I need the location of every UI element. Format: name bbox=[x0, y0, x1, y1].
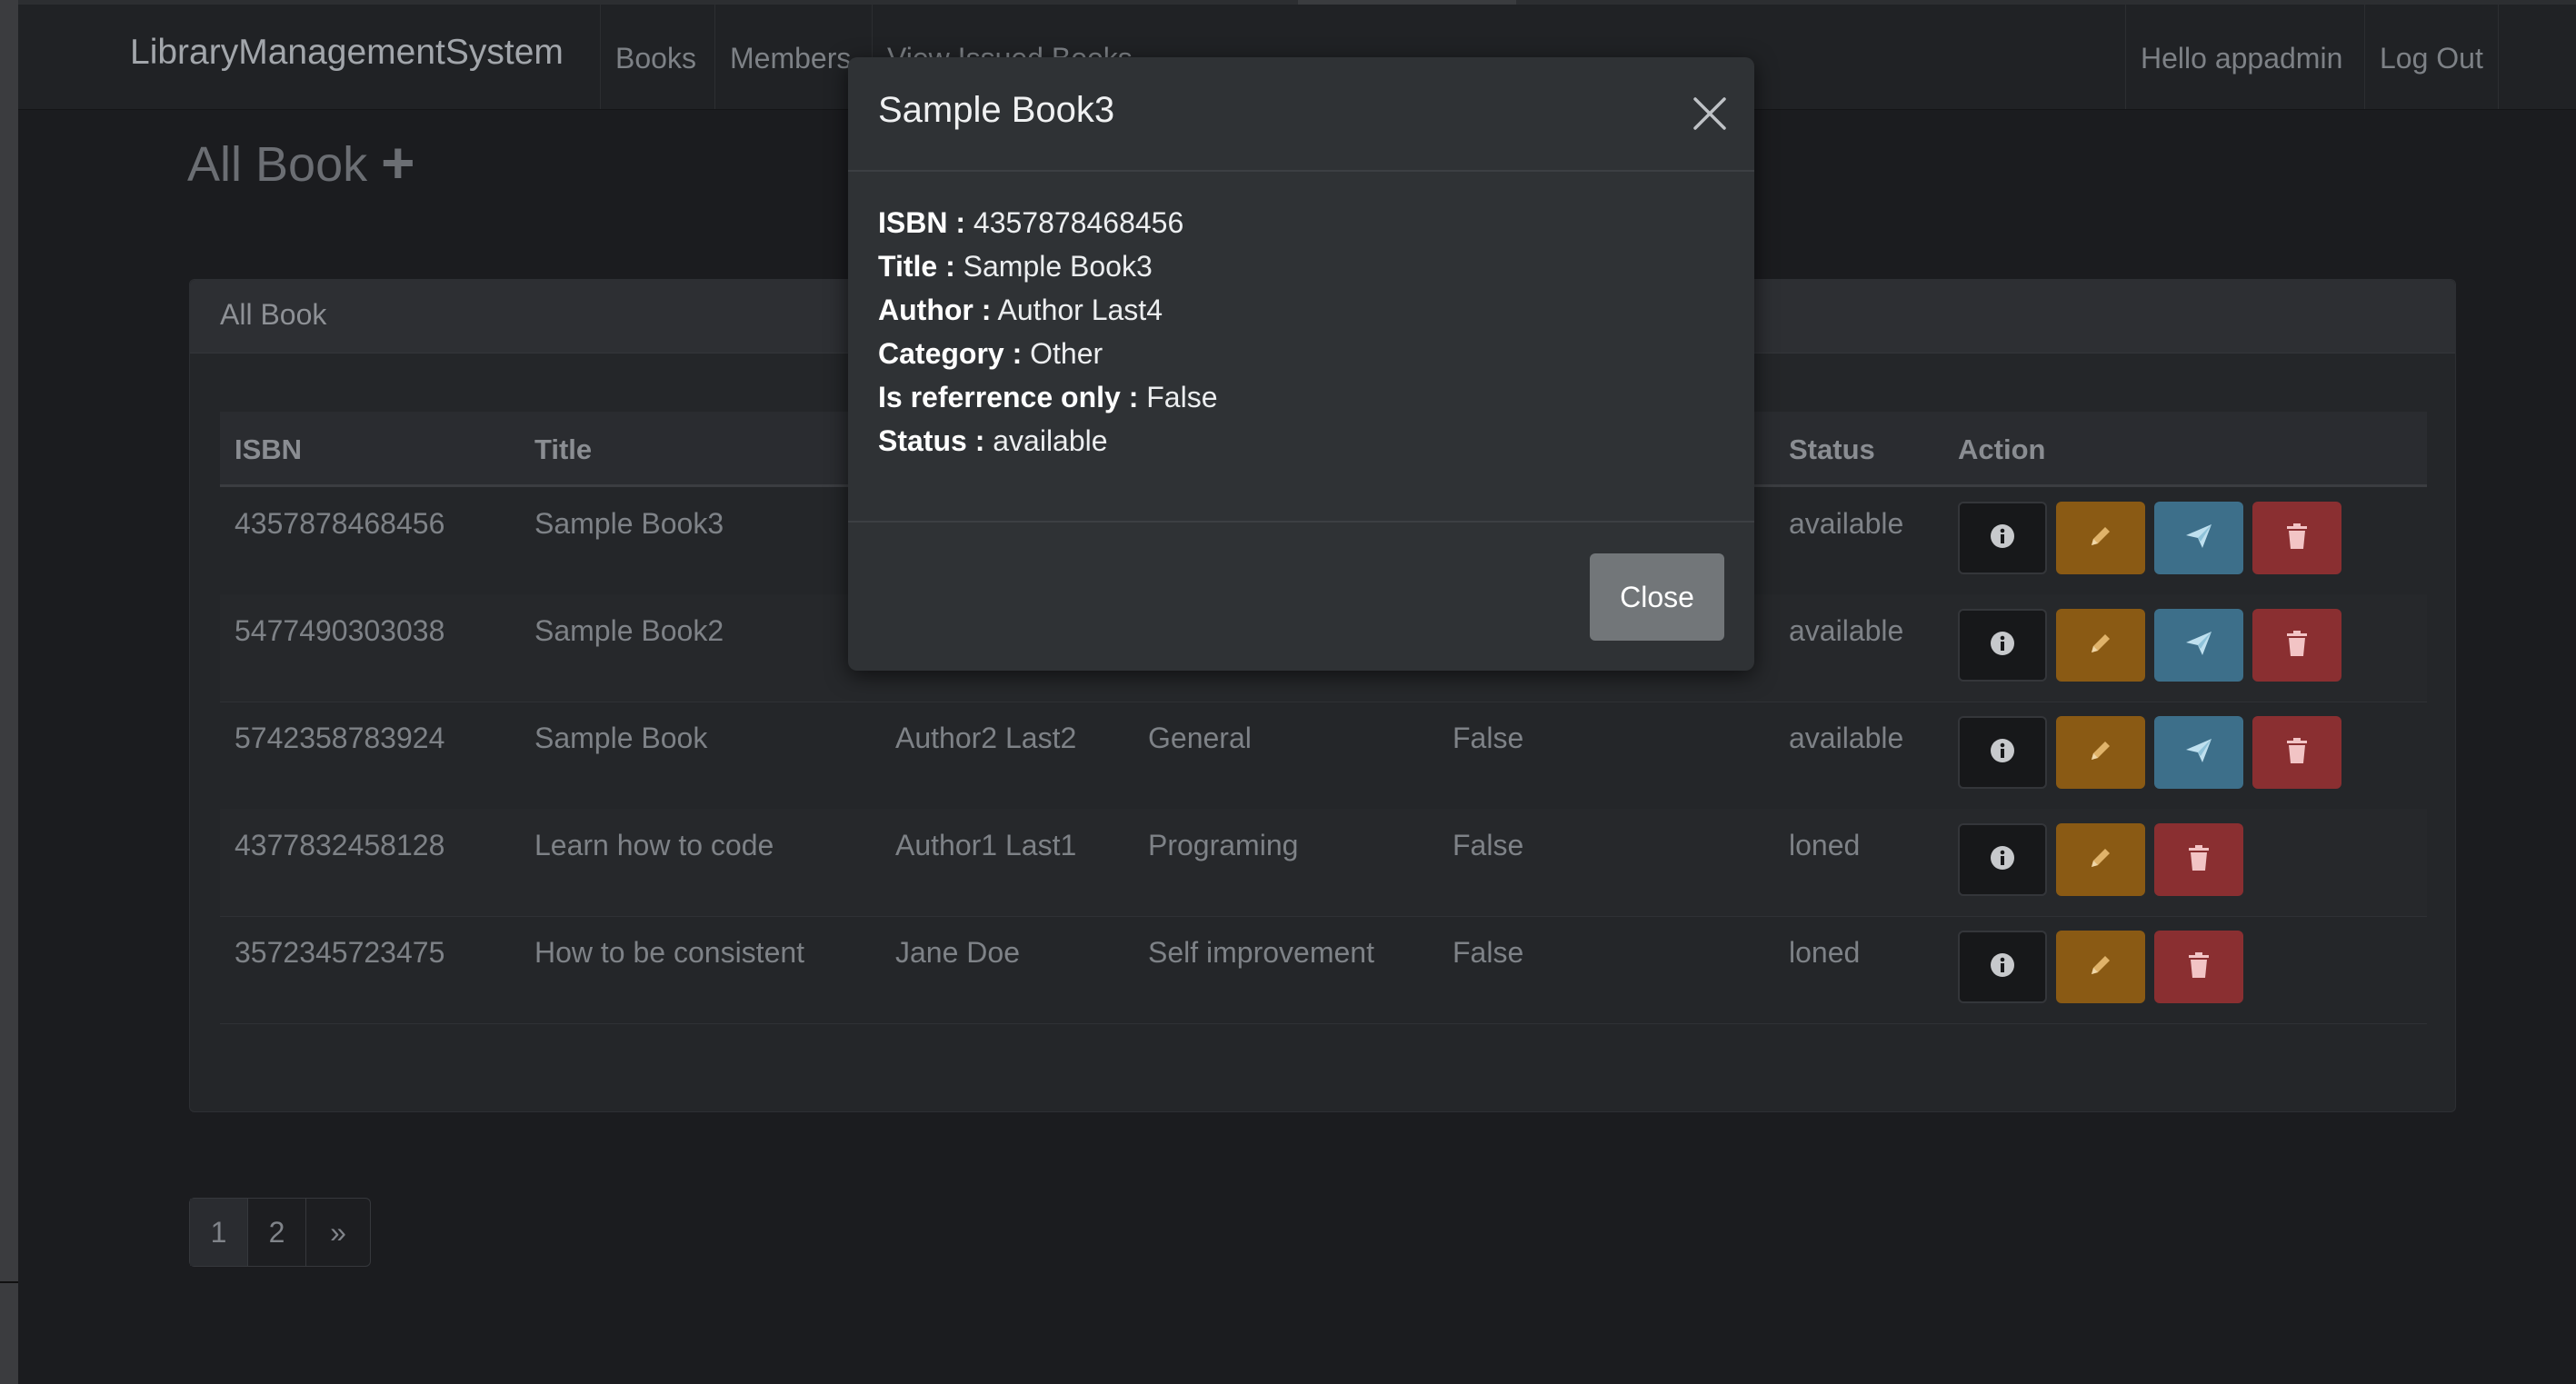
cell-author: Jane Doe bbox=[895, 936, 1020, 969]
page-2[interactable]: 2 bbox=[248, 1199, 306, 1266]
brand-link[interactable]: LibraryManagementSystem bbox=[130, 33, 564, 73]
table-row: 4377832458128 Learn how to code Author1 La… bbox=[220, 809, 2427, 917]
modal-header: Sample Book3 bbox=[848, 57, 1754, 172]
info-icon bbox=[1989, 951, 2016, 983]
trash-icon bbox=[2283, 736, 2311, 770]
cell-status: available bbox=[1789, 507, 1904, 540]
window-edge bbox=[0, 0, 18, 1384]
delete-button[interactable] bbox=[2252, 502, 2341, 574]
pencil-icon bbox=[2085, 628, 2116, 663]
pencil-icon bbox=[2085, 521, 2116, 556]
th-isbn: ISBN bbox=[235, 433, 303, 465]
detail-author: Author : Author Last4 bbox=[878, 294, 1163, 326]
cell-isbn: 3572345723475 bbox=[235, 936, 445, 969]
detail-title: Title : Sample Book3 bbox=[878, 250, 1153, 283]
nav-members[interactable]: Members bbox=[714, 5, 865, 109]
close-button[interactable]: Close bbox=[1590, 553, 1724, 641]
page-1[interactable]: 1 bbox=[190, 1199, 248, 1266]
page-next[interactable]: » bbox=[306, 1199, 370, 1266]
page-title-text: All Book bbox=[187, 137, 368, 192]
issue-button[interactable] bbox=[2154, 502, 2243, 574]
book-details-modal: Sample Book3 ISBN : 4357878468456 Title … bbox=[848, 57, 1754, 671]
cell-status: available bbox=[1789, 614, 1904, 647]
nav-logout[interactable]: Log Out bbox=[2364, 5, 2499, 109]
details-button[interactable] bbox=[1958, 931, 2047, 1003]
cell-isbn: 4377832458128 bbox=[235, 829, 445, 861]
pencil-icon bbox=[2085, 735, 2116, 771]
details-button[interactable] bbox=[1958, 716, 2047, 789]
nav-books[interactable]: Books bbox=[600, 5, 711, 109]
info-icon bbox=[1989, 630, 2016, 662]
paper-plane-icon bbox=[2182, 734, 2215, 772]
delete-button[interactable] bbox=[2252, 716, 2341, 789]
detail-status: Status : available bbox=[878, 424, 1108, 457]
pencil-icon bbox=[2085, 950, 2116, 985]
close-icon[interactable] bbox=[1690, 94, 1730, 134]
cell-isbn: 4357878468456 bbox=[235, 507, 445, 540]
cell-title: Learn how to code bbox=[534, 829, 774, 861]
trash-icon bbox=[2185, 843, 2212, 877]
cell-author: Author1 Last1 bbox=[895, 829, 1077, 861]
detail-reference: Is referrence only : False bbox=[878, 381, 1218, 413]
details-button[interactable] bbox=[1958, 823, 2047, 896]
cell-title: Sample Book2 bbox=[534, 614, 724, 647]
th-status: Status bbox=[1789, 433, 1875, 465]
trash-icon bbox=[2283, 522, 2311, 555]
page-title: All Book + bbox=[187, 127, 415, 195]
modal-footer: Close bbox=[848, 521, 1754, 672]
cell-status: loned bbox=[1789, 936, 1861, 969]
trash-icon bbox=[2283, 629, 2311, 662]
cell-title: How to be consistent bbox=[534, 936, 805, 969]
cell-title: Sample Book bbox=[534, 722, 708, 754]
detail-category: Category : Other bbox=[878, 337, 1103, 370]
cell-author: Author2 Last2 bbox=[895, 722, 1077, 754]
th-title: Title bbox=[534, 433, 593, 465]
info-icon bbox=[1989, 737, 2016, 769]
table-row: 5742358783924 Sample Book Author2 Last2 Gen… bbox=[220, 702, 2427, 810]
delete-button[interactable] bbox=[2252, 609, 2341, 682]
cell-status: available bbox=[1789, 722, 1904, 754]
edit-button[interactable] bbox=[2056, 823, 2145, 896]
panel-heading-text: All Book bbox=[220, 298, 327, 331]
cell-status: loned bbox=[1789, 829, 1861, 861]
th-action: Action bbox=[1958, 433, 2046, 465]
issue-button[interactable] bbox=[2154, 609, 2243, 682]
delete-button[interactable] bbox=[2154, 823, 2243, 896]
cell-ref: False bbox=[1453, 829, 1524, 861]
pencil-icon bbox=[2085, 842, 2116, 878]
cell-title: Sample Book3 bbox=[534, 507, 724, 540]
info-icon bbox=[1989, 844, 2016, 876]
cell-isbn: 5477490303038 bbox=[235, 614, 445, 647]
edit-button[interactable] bbox=[2056, 502, 2145, 574]
plus-icon[interactable]: + bbox=[381, 130, 414, 195]
edit-button[interactable] bbox=[2056, 931, 2145, 1003]
cell-category: Self improvement bbox=[1148, 936, 1374, 969]
delete-button[interactable] bbox=[2154, 931, 2243, 1003]
paper-plane-icon bbox=[2182, 520, 2215, 557]
cell-category: General bbox=[1148, 722, 1252, 754]
nav-hello-user[interactable]: Hello appadmin bbox=[2125, 5, 2357, 109]
detail-isbn: ISBN : 4357878468456 bbox=[878, 206, 1184, 239]
cell-ref: False bbox=[1453, 722, 1524, 754]
details-button[interactable] bbox=[1958, 502, 2047, 574]
pagination: 1 2 » bbox=[189, 1198, 371, 1267]
issue-button[interactable] bbox=[2154, 716, 2243, 789]
modal-title: Sample Book3 bbox=[878, 90, 1115, 130]
cell-isbn: 5742358783924 bbox=[235, 722, 445, 754]
table-row: 3572345723475 How to be consistent Jane Do… bbox=[220, 916, 2427, 1024]
edit-button[interactable] bbox=[2056, 716, 2145, 789]
trash-icon bbox=[2185, 951, 2212, 984]
cell-category: Programing bbox=[1148, 829, 1299, 861]
modal-body: ISBN : 4357878468456 Title : Sample Book… bbox=[878, 201, 1217, 463]
paper-plane-icon bbox=[2182, 627, 2215, 664]
info-icon bbox=[1989, 523, 2016, 554]
edit-button[interactable] bbox=[2056, 609, 2145, 682]
cell-ref: False bbox=[1453, 936, 1524, 969]
details-button[interactable] bbox=[1958, 609, 2047, 682]
